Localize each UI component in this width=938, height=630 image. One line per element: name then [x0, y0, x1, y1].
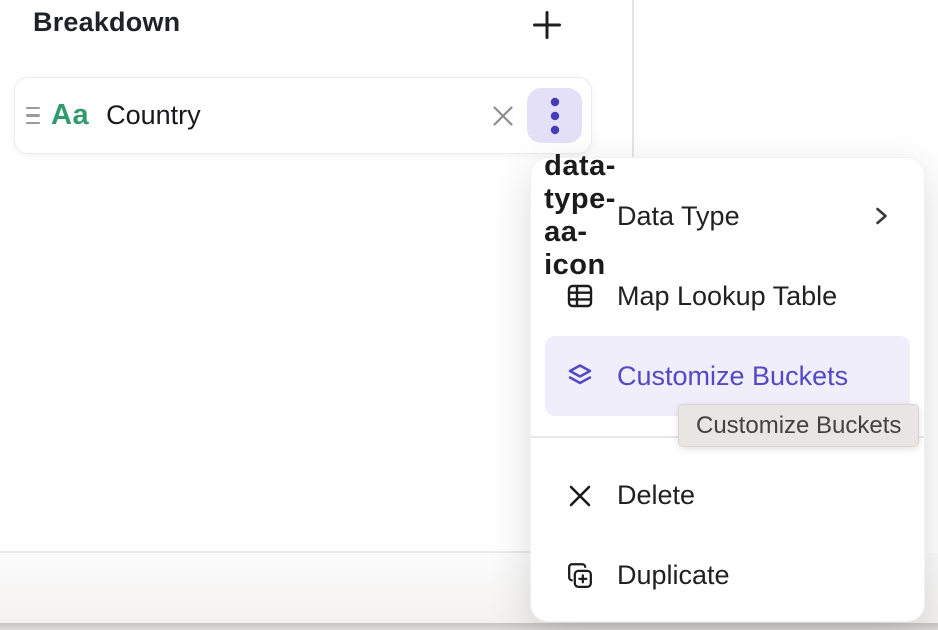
layers-icon — [564, 358, 596, 394]
vertical-dots-icon — [550, 96, 560, 136]
menu-item-label: Data Type — [617, 201, 740, 232]
menu-item-delete[interactable]: Delete — [545, 456, 910, 536]
drag-handle-icon[interactable] — [21, 107, 45, 125]
chevron-right-icon — [872, 201, 890, 231]
field-options-menu: data-type-aa-icon Data Type Map Lookup T… — [530, 157, 925, 622]
data-type-aa-icon: data-type-aa-icon — [564, 198, 596, 234]
table-icon — [564, 278, 596, 314]
field-name-label: Country — [106, 100, 201, 131]
breakdown-panel-screen: Breakdown Aa Country — [0, 0, 938, 630]
menu-item-label: Duplicate — [617, 560, 730, 591]
menu-item-label: Customize Buckets — [617, 361, 848, 392]
remove-field-button[interactable] — [481, 94, 525, 138]
breakdown-field-card: Aa Country — [14, 77, 592, 154]
text-type-icon: Aa — [51, 99, 89, 132]
plus-icon — [531, 9, 563, 41]
page-title: Breakdown — [33, 7, 180, 38]
duplicate-icon — [564, 558, 596, 594]
tooltip: Customize Buckets — [678, 404, 919, 447]
window-bottom-edge — [0, 623, 938, 630]
menu-item-label: Delete — [617, 480, 695, 511]
menu-item-duplicate[interactable]: Duplicate — [545, 536, 910, 616]
close-icon — [489, 102, 517, 130]
menu-item-data-type[interactable]: data-type-aa-icon Data Type — [545, 176, 910, 256]
x-icon — [564, 478, 596, 514]
menu-item-label: Map Lookup Table — [617, 281, 837, 312]
add-breakdown-button[interactable] — [527, 5, 567, 45]
tooltip-text: Customize Buckets — [696, 412, 901, 439]
field-menu-button[interactable] — [527, 88, 582, 143]
